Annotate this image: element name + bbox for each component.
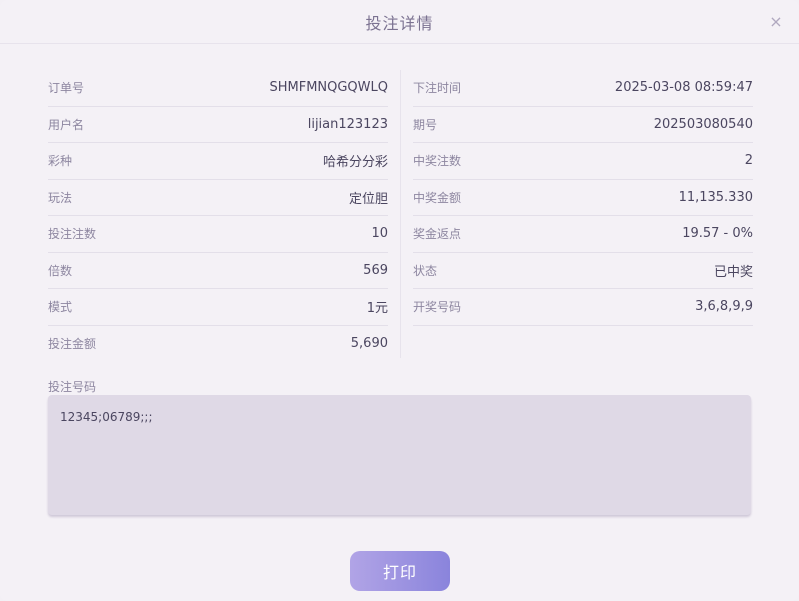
field-value: 569 xyxy=(363,262,388,278)
field-issue-number: 期号 202503080540 xyxy=(413,107,753,143)
field-label: 模式 xyxy=(48,300,73,315)
field-label: 中奖金额 xyxy=(413,190,462,205)
field-label: 开奖号码 xyxy=(413,300,462,315)
bet-numbers-label: 投注号码 xyxy=(48,380,97,394)
detail-columns: 订单号 SHMFMNQGQWLQ 用户名 lijian123123 彩种 哈希分… xyxy=(48,70,753,360)
dialog-title: 投注详情 xyxy=(365,13,434,33)
close-icon[interactable]: × xyxy=(767,12,785,31)
bet-detail-dialog: 投注详情 × 订单号 SHMFMNQGQWLQ 用户名 lijian123123… xyxy=(0,0,799,601)
bet-numbers-field[interactable]: 12345;06789;;; xyxy=(48,395,751,515)
field-label: 下注时间 xyxy=(413,81,462,96)
dialog-header: 投注详情 xyxy=(0,0,799,44)
field-value: 定位胆 xyxy=(348,191,388,207)
field-value: 1元 xyxy=(366,301,388,317)
left-column: 订单号 SHMFMNQGQWLQ 用户名 lijian123123 彩种 哈希分… xyxy=(48,70,388,362)
column-divider xyxy=(400,70,401,358)
field-multiplier: 倍数 569 xyxy=(48,253,388,289)
field-lottery-type: 彩种 哈希分分彩 xyxy=(48,143,388,180)
field-value: 哈希分分彩 xyxy=(322,155,388,171)
field-value: SHMFMNQGQWLQ xyxy=(269,80,388,96)
field-rebate: 奖金返点 19.57 - 0% xyxy=(413,216,753,253)
field-bet-count: 投注注数 10 xyxy=(48,216,388,253)
field-value: 202503080540 xyxy=(653,116,753,132)
field-label: 奖金返点 xyxy=(413,227,462,242)
print-button[interactable]: 打印 xyxy=(350,551,450,591)
field-bet-time: 下注时间 2025-03-08 08:59:47 xyxy=(413,70,753,107)
field-label: 倍数 xyxy=(48,263,73,278)
field-order-number: 订单号 SHMFMNQGQWLQ xyxy=(48,70,388,107)
field-draw-numbers: 开奖号码 3,6,8,9,9 xyxy=(413,289,753,326)
field-value: 2 xyxy=(744,153,753,169)
field-value: 2025-03-08 08:59:47 xyxy=(614,80,753,96)
field-bet-amount: 投注金额 5,690 xyxy=(48,326,388,363)
field-label: 玩法 xyxy=(48,190,73,205)
field-label: 中奖注数 xyxy=(413,154,462,169)
field-label: 投注金额 xyxy=(48,337,97,352)
field-play-type: 玩法 定位胆 xyxy=(48,180,388,216)
field-status: 状态 已中奖 xyxy=(413,253,753,289)
status-badge: 已中奖 xyxy=(713,264,753,280)
field-label: 投注注数 xyxy=(48,227,97,242)
field-label: 用户名 xyxy=(48,117,85,132)
field-mode: 模式 1元 xyxy=(48,289,388,326)
field-value: 3,6,8,9,9 xyxy=(695,299,753,315)
right-column: 下注时间 2025-03-08 08:59:47 期号 202503080540… xyxy=(413,70,753,326)
field-label: 彩种 xyxy=(48,154,73,169)
field-value: 5,690 xyxy=(350,336,388,352)
field-winning-count: 中奖注数 2 xyxy=(413,143,753,180)
field-value: 19.57 - 0% xyxy=(682,226,753,242)
field-value: 11,135.330 xyxy=(678,189,753,205)
field-label: 订单号 xyxy=(48,81,85,96)
field-winning-amount: 中奖金额 11,135.330 xyxy=(413,180,753,216)
field-value: lijian123123 xyxy=(307,116,388,132)
field-label: 期号 xyxy=(413,117,438,132)
field-value: 10 xyxy=(371,226,388,242)
field-label: 状态 xyxy=(413,263,438,278)
field-username: 用户名 lijian123123 xyxy=(48,107,388,143)
